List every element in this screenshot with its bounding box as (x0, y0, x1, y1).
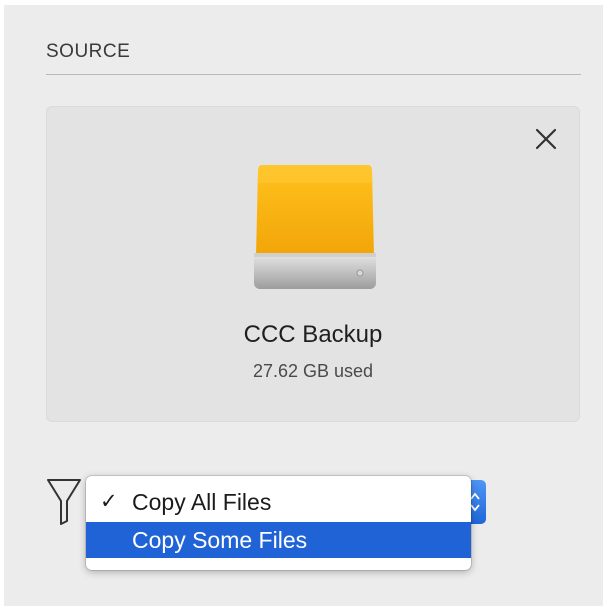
menu-item-label: Copy All Files (132, 489, 272, 515)
menu-item-label: Copy Some Files (132, 527, 308, 553)
source-panel: SOURCE CCC Backup 27.62 GB used ✓ Copy A… (4, 5, 603, 606)
menu-item-copy-all-files[interactable]: ✓ Copy All Files (86, 484, 471, 520)
section-divider (46, 74, 581, 75)
section-title: SOURCE (46, 41, 131, 62)
copy-options-popup-menu[interactable]: ✓ Copy All Files Copy Some Files (86, 476, 471, 570)
funnel-filter-icon[interactable] (46, 477, 82, 527)
hard-drive-icon (252, 163, 378, 293)
volume-name: CCC Backup (243, 321, 383, 348)
close-icon[interactable] (532, 125, 560, 153)
checkmark-icon: ✓ (100, 490, 118, 513)
volume-usage: 27.62 GB used (252, 361, 374, 381)
menu-item-copy-some-files[interactable]: Copy Some Files (86, 522, 471, 558)
source-volume-card[interactable]: CCC Backup 27.62 GB used (46, 106, 580, 422)
